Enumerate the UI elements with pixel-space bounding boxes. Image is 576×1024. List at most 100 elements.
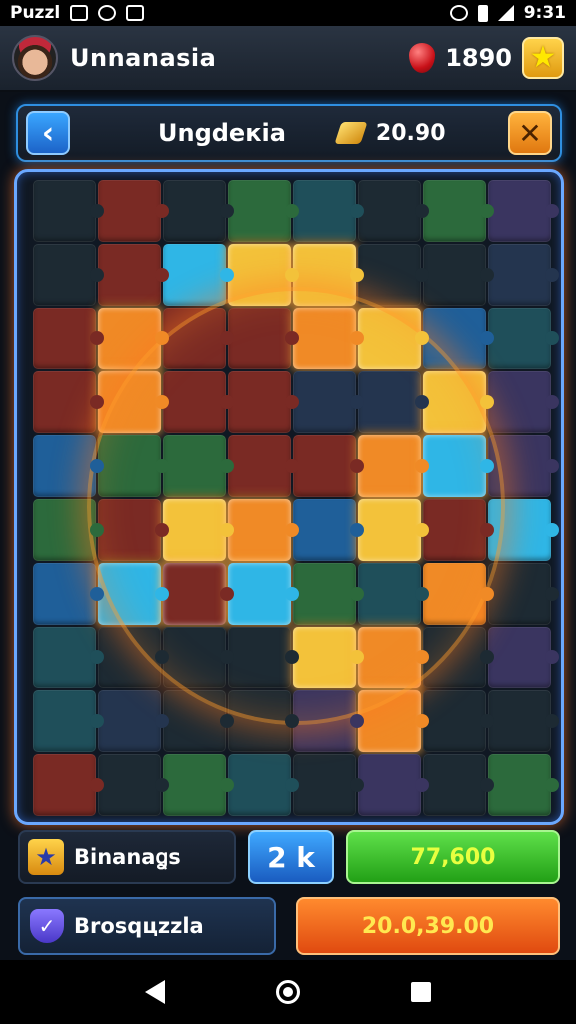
- puzzle-piece[interactable]: [293, 180, 364, 242]
- puzzle-piece[interactable]: [163, 690, 234, 753]
- puzzle-piece[interactable]: [228, 371, 299, 434]
- puzzle-piece[interactable]: [423, 371, 494, 434]
- nav-home-icon[interactable]: [275, 980, 300, 1004]
- puzzle-piece[interactable]: [33, 180, 104, 242]
- player-avatar[interactable]: [12, 35, 58, 81]
- puzzle-mode-button[interactable]: ✓ Brosqцzzla: [18, 897, 276, 955]
- puzzle-piece[interactable]: [33, 690, 104, 753]
- puzzle-mode-label: Brosqцzzla: [74, 914, 204, 938]
- puzzle-piece[interactable]: [228, 435, 299, 497]
- puzzle-piece[interactable]: [293, 626, 364, 689]
- puzzle-piece[interactable]: [488, 690, 559, 753]
- nav-back-icon[interactable]: [145, 980, 166, 1004]
- puzzle-piece[interactable]: [228, 307, 299, 370]
- puzzle-piece[interactable]: [358, 180, 429, 242]
- puzzle-piece[interactable]: [163, 307, 234, 370]
- puzzle-piece[interactable]: [228, 690, 299, 753]
- puzzle-piece[interactable]: [423, 180, 494, 242]
- puzzle-piece[interactable]: [423, 243, 494, 306]
- puzzle-piece[interactable]: [228, 626, 299, 689]
- puzzle-piece[interactable]: [358, 690, 429, 753]
- puzzle-piece[interactable]: [98, 435, 169, 497]
- puzzle-piece[interactable]: [98, 243, 169, 306]
- puzzle-piece[interactable]: [358, 498, 429, 561]
- puzzle-piece[interactable]: [488, 754, 559, 816]
- puzzle-piece[interactable]: [33, 562, 104, 625]
- puzzle-piece[interactable]: [163, 243, 234, 306]
- puzzle-piece[interactable]: [293, 562, 364, 625]
- puzzle-piece[interactable]: [488, 371, 559, 434]
- puzzle-piece[interactable]: [33, 435, 104, 497]
- puzzle-piece[interactable]: [293, 435, 364, 497]
- puzzle-piece[interactable]: [293, 498, 364, 561]
- bonus-label: Binanaꬶs: [74, 845, 181, 869]
- puzzle-piece[interactable]: [488, 435, 559, 497]
- puzzle-piece[interactable]: [98, 754, 169, 816]
- puzzle-piece[interactable]: [293, 243, 364, 306]
- puzzle-piece[interactable]: [358, 371, 429, 434]
- puzzle-piece[interactable]: [228, 498, 299, 561]
- back-button[interactable]: ‹: [26, 111, 70, 155]
- puzzle-piece[interactable]: [423, 754, 494, 816]
- puzzle-piece[interactable]: [228, 180, 299, 242]
- puzzle-piece[interactable]: [163, 435, 234, 497]
- status-time: 9:31: [523, 3, 566, 23]
- puzzle-piece[interactable]: [98, 180, 169, 242]
- puzzle-piece[interactable]: [98, 626, 169, 689]
- puzzle-piece[interactable]: [163, 180, 234, 242]
- puzzle-piece[interactable]: [98, 562, 169, 625]
- puzzle-piece[interactable]: [358, 435, 429, 497]
- puzzle-piece[interactable]: [423, 435, 494, 497]
- check-shield-icon: ✓: [30, 909, 64, 943]
- puzzle-piece[interactable]: [33, 243, 104, 306]
- green-reward-button[interactable]: 77,600: [346, 830, 560, 884]
- puzzle-piece[interactable]: [33, 371, 104, 434]
- orange-purchase-button[interactable]: 20.0,39.00: [296, 897, 560, 955]
- puzzle-piece[interactable]: [488, 498, 559, 561]
- puzzle-piece[interactable]: [98, 498, 169, 561]
- puzzle-piece[interactable]: [423, 690, 494, 753]
- close-button[interactable]: ✕: [508, 111, 552, 155]
- puzzle-piece[interactable]: [358, 626, 429, 689]
- multiplier-button[interactable]: 2 k: [248, 830, 334, 884]
- player-name: Unnanasia: [70, 44, 217, 72]
- puzzle-piece[interactable]: [423, 562, 494, 625]
- puzzle-piece[interactable]: [33, 498, 104, 561]
- puzzle-piece[interactable]: [488, 562, 559, 625]
- puzzle-piece[interactable]: [163, 626, 234, 689]
- puzzle-piece[interactable]: [163, 754, 234, 816]
- puzzle-piece[interactable]: [293, 690, 364, 753]
- puzzle-piece[interactable]: [33, 307, 104, 370]
- puzzle-piece[interactable]: [423, 498, 494, 561]
- puzzle-piece[interactable]: [163, 562, 234, 625]
- star-button[interactable]: ★: [522, 37, 564, 79]
- bonus-info[interactable]: ★ Binanaꬶs: [18, 830, 236, 884]
- puzzle-piece[interactable]: [228, 243, 299, 306]
- puzzle-piece[interactable]: [98, 690, 169, 753]
- nav-recents-icon[interactable]: [410, 982, 431, 1002]
- puzzle-piece[interactable]: [293, 371, 364, 434]
- puzzle-piece[interactable]: [228, 562, 299, 625]
- puzzle-piece[interactable]: [358, 562, 429, 625]
- puzzle-piece[interactable]: [488, 243, 559, 306]
- puzzle-star-badge-icon: ★: [28, 839, 64, 875]
- puzzle-piece[interactable]: [488, 307, 559, 370]
- puzzle-board[interactable]: [33, 180, 559, 816]
- puzzle-piece[interactable]: [33, 754, 104, 816]
- puzzle-piece[interactable]: [358, 243, 429, 306]
- puzzle-piece[interactable]: [488, 626, 559, 689]
- puzzle-piece[interactable]: [293, 754, 364, 816]
- puzzle-piece[interactable]: [163, 498, 234, 561]
- puzzle-piece[interactable]: [423, 307, 494, 370]
- puzzle-piece[interactable]: [33, 626, 104, 689]
- puzzle-piece[interactable]: [358, 754, 429, 816]
- puzzle-piece[interactable]: [163, 371, 234, 434]
- puzzle-piece[interactable]: [98, 307, 169, 370]
- puzzle-piece[interactable]: [228, 754, 299, 816]
- puzzle-piece[interactable]: [423, 626, 494, 689]
- puzzle-piece[interactable]: [98, 371, 169, 434]
- puzzle-piece[interactable]: [358, 307, 429, 370]
- puzzle-piece[interactable]: [488, 180, 559, 242]
- level-title: Ungdeкia: [158, 119, 286, 147]
- puzzle-piece[interactable]: [293, 307, 364, 370]
